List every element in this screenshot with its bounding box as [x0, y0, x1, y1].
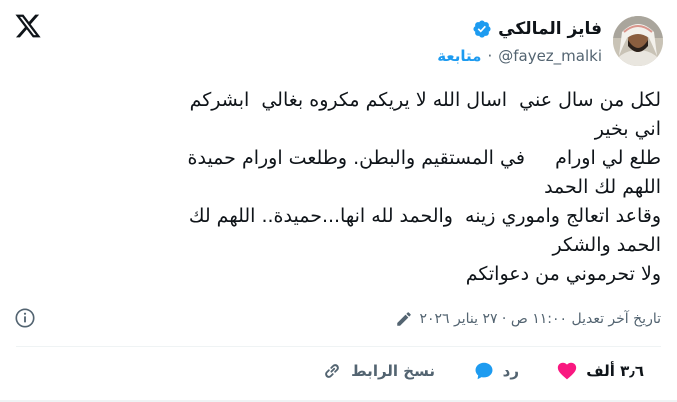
pencil-icon — [397, 312, 412, 326]
tweet-text-line: ولا تحرموني من دعواتكم — [465, 263, 661, 285]
author-handle-row: @fayez_malki · متابعة — [437, 45, 602, 67]
tweet-text-line: اني بخير — [594, 118, 661, 140]
edited-timestamp[interactable]: تاريخ آخر تعديل ١١:٠٠ ص · ٢٧ يناير ٢٠٢٦ — [419, 311, 661, 327]
x-logo-icon[interactable] — [14, 12, 42, 40]
verified-badge-icon — [473, 20, 491, 38]
avatar[interactable] — [613, 16, 663, 66]
edited-timestamp-row[interactable]: تاريخ آخر تعديل ١١:٠٠ ص · ٢٧ يناير ٢٠٢٦ — [395, 306, 661, 332]
tweet-text: لكل من سال عني اسال الله لا يريكم مكروه … — [21, 86, 661, 289]
divider — [16, 346, 661, 347]
tweet-text-line: اللهم لك الحمد — [544, 176, 661, 198]
heart-icon — [558, 362, 577, 380]
copy-link-label: نسخ الرابط — [351, 362, 435, 380]
copy-link-button[interactable]: نسخ الرابط — [321, 356, 435, 386]
tweet-text-line: لكل من سال عني اسال الله لا يريكم مكروه … — [189, 89, 661, 111]
separator-dot: · — [487, 47, 493, 65]
follow-button[interactable]: متابعة — [437, 47, 481, 65]
tweet-text-line: وقاعد اتعالج واموري زينه والحمد لله انها… — [188, 205, 661, 227]
tweet-text-line: الحمد والشكر — [552, 234, 662, 256]
reply-label: رد — [502, 362, 519, 380]
like-button[interactable]: ٣٫٦ ألف — [556, 356, 644, 386]
author-display-name[interactable]: فايز المالكي — [498, 19, 602, 39]
tweet-text-line: طلع لي اورام في المستقيم والبطن. وطلعت ا… — [187, 147, 661, 169]
reply-button[interactable]: رد — [473, 356, 519, 386]
tweet-embed-card: فايز المالكي @fayez_malki · متابعة لكل م… — [0, 0, 677, 402]
info-icon[interactable] — [14, 307, 36, 329]
author-handle[interactable]: @fayez_malki — [498, 47, 602, 65]
author-name-row: فايز المالكي — [472, 16, 602, 42]
link-icon — [325, 364, 339, 378]
speech-bubble-icon — [475, 362, 493, 380]
avatar-portrait-image — [613, 16, 663, 66]
action-bar: ٣٫٦ ألف رد نسخ الرابط — [0, 356, 677, 386]
like-count: ٣٫٦ ألف — [586, 362, 644, 380]
